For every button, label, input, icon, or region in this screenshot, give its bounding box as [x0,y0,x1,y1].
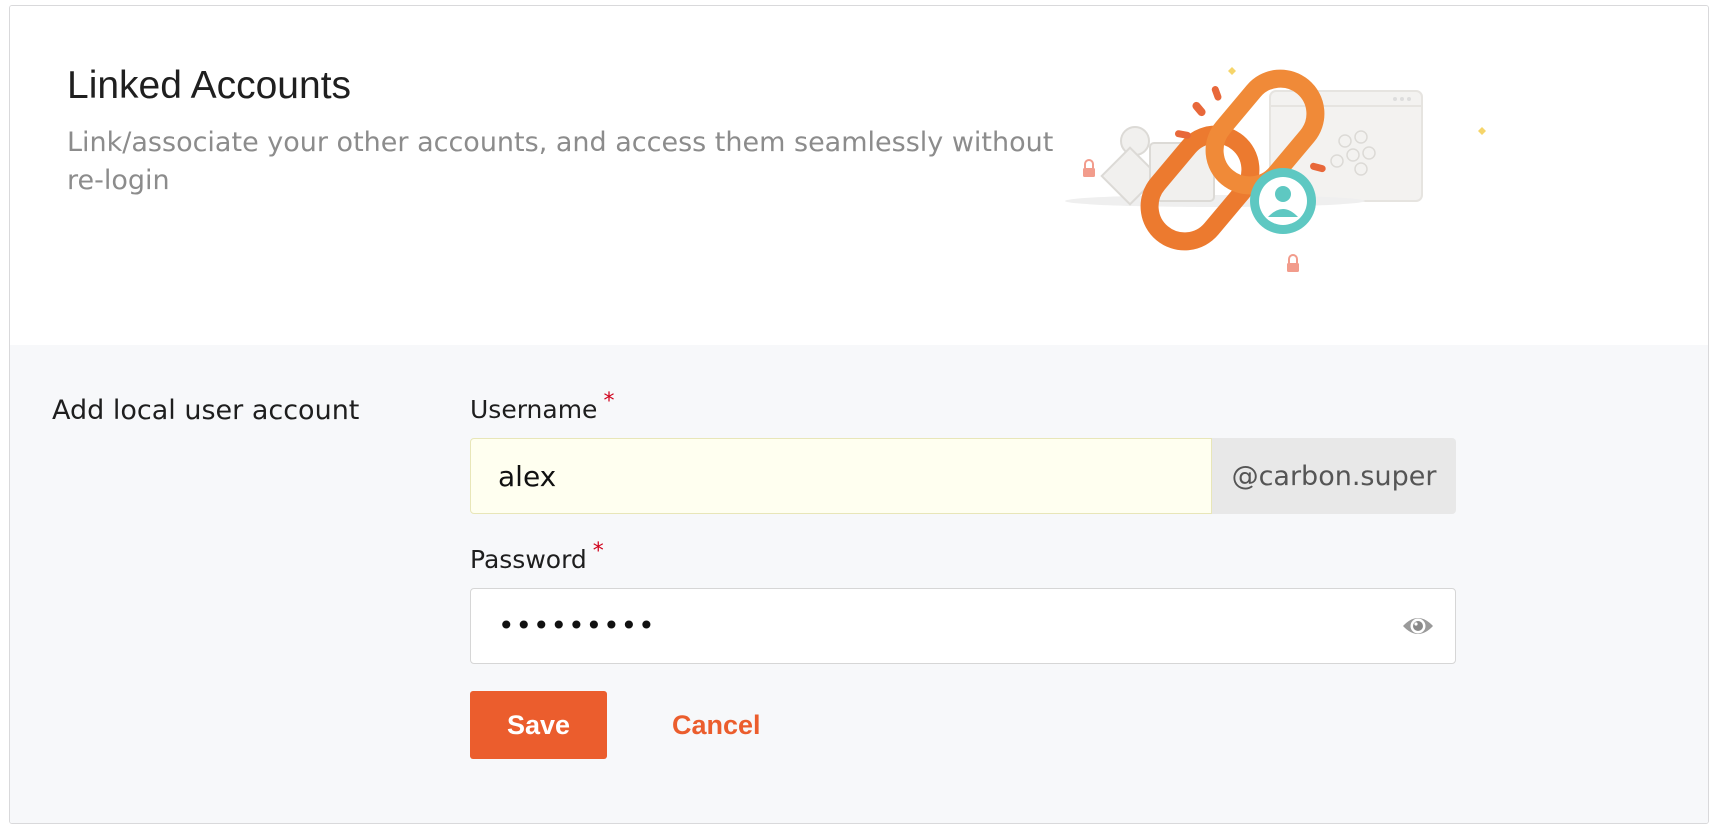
password-label: Password * [470,539,604,574]
page-subtitle: Link/associate your other accounts, and … [67,127,1054,196]
required-marker: * [603,389,615,414]
password-input-group [470,588,1456,664]
tenant-domain-suffix: @carbon.super [1212,438,1456,514]
password-input[interactable] [471,589,1371,662]
header-section: Linked Accounts Link/associate your othe… [10,6,1708,345]
username-input[interactable] [470,438,1212,514]
link-account-form: Add local user account Username* @carbon… [10,345,1708,823]
username-input-group: @carbon.super [470,438,1456,514]
section-label: Add local user account [52,395,360,426]
password-label-text: Password [470,545,587,574]
username-label-text: Username [470,395,598,424]
page-title: Linked Accounts [67,64,352,107]
username-label: Username * [470,389,614,424]
linked-accounts-card: Linked Accounts Link/associate your othe… [9,5,1709,824]
required-marker: * [592,539,604,564]
linked-chain-illustration [1065,67,1486,272]
save-button[interactable]: Save [470,691,607,759]
cancel-button[interactable]: Cancel [660,691,800,759]
eye-icon[interactable] [1401,612,1435,640]
